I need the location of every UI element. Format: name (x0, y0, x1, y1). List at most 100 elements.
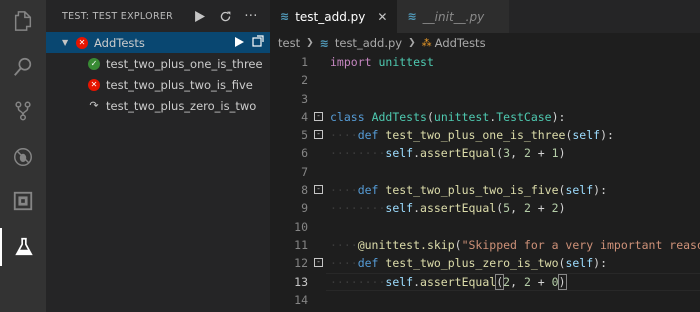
breadcrumb-file[interactable]: test_add.py (335, 36, 402, 50)
code-token: TestCase (496, 109, 552, 124)
fold-icon[interactable]: - (314, 185, 323, 195)
breadcrumb-class[interactable]: AddTests (435, 36, 486, 50)
tab-label: test_add.py (295, 9, 366, 24)
code-token: def (357, 183, 379, 198)
code-token (15, 237, 33, 256)
breadcrumb-folder[interactable]: test (278, 36, 300, 50)
line-number: 12 (294, 256, 308, 271)
fold-icon[interactable]: - (314, 258, 323, 268)
code-token: 2 (503, 274, 511, 289)
code-token: class (330, 109, 365, 124)
code-token (235, 36, 244, 47)
line-number: 9 (301, 201, 308, 216)
code-editor[interactable]: 1 import unittest 2 3 4- class AddTests(un… (270, 53, 700, 309)
code-token: assertEqual (420, 201, 497, 216)
code-token (234, 35, 264, 50)
explorer-icon[interactable] (0, 2, 46, 40)
tab-init[interactable]: ≋ __init__.py (397, 0, 510, 33)
more-actions-icon[interactable]: ··· (238, 5, 264, 27)
code-token: ········ (330, 274, 386, 289)
code-line: 4- class AddTests(unittest.TestCase): (270, 108, 700, 126)
code-token: ) (557, 273, 567, 290)
line-number: 5 (301, 128, 308, 143)
code-line: 12- ····def test_two_plus_zero_is_two(sel… (270, 254, 700, 272)
close-icon[interactable]: ✕ (377, 10, 387, 24)
debug-icon[interactable] (0, 138, 46, 176)
sidebar-header: TEST: TEST EXPLORER ··· (46, 0, 270, 32)
line-number: 6 (301, 146, 308, 161)
line-number: 3 (301, 91, 308, 106)
code-token: 2 (523, 274, 531, 289)
code-line: 14 (270, 291, 700, 309)
test-flask-icon[interactable] (0, 228, 46, 266)
test-label: test_two_plus_two_is_five (106, 77, 253, 92)
line-number: 11 (294, 237, 308, 252)
line-number: 8 (301, 183, 308, 198)
refresh-icon[interactable] (212, 5, 238, 27)
code-token: ········self.assertEqual(5, 2 + 2) (330, 201, 566, 216)
breadcrumb: test ❯ ≋ test_add.py ❯ ⁂ AddTests (270, 33, 700, 53)
code-token (14, 11, 32, 31)
code-token: self (565, 256, 594, 271)
tree-item-test[interactable]: ↷ test_two_plus_zero_is_two (46, 95, 270, 116)
chevron-right-icon: ❯ (306, 38, 314, 48)
line-number: 14 (294, 292, 308, 307)
code-token: unittest (433, 109, 490, 124)
code-token: ········self.assertEqual(2, 2 + 0) (330, 273, 567, 290)
code-token (220, 11, 230, 21)
suite-label: AddTests (94, 35, 145, 50)
tab-bar: ≋ test_add.py ✕ ≋ __init__.py (270, 0, 700, 33)
extensions-icon[interactable] (0, 182, 46, 220)
tab-test-add[interactable]: ≋ test_add.py ✕ (270, 0, 398, 33)
code-token (252, 35, 264, 47)
code-line-current: 13 ········self.assertEqual(2, 2 + 0) (270, 272, 700, 292)
code-token: 3 (503, 146, 511, 161)
python-file-icon: ≋ (280, 10, 290, 23)
class-symbol-icon: ⁂ (421, 37, 432, 49)
code-token: def (357, 256, 379, 271)
fail-status-icon: ✕ (76, 36, 88, 49)
go-to-source-icon[interactable] (252, 35, 264, 50)
editor-area: ≋ test_add.py ✕ ≋ __init__.py test ❯ ≋ t… (270, 0, 700, 312)
code-token: ···· (330, 237, 358, 252)
code-line: 1 import unittest (270, 53, 700, 71)
line-number: 2 (301, 73, 308, 88)
code-token: self (385, 274, 414, 289)
code-token: assertEqual (420, 274, 497, 289)
fold-icon[interactable]: - (314, 130, 323, 140)
code-token: ····def test_two_plus_two_is_five(self): (330, 183, 608, 198)
tree-item-suite[interactable]: ▼ ✕ AddTests (46, 32, 270, 53)
activity-bar (0, 0, 46, 312)
tree-item-test[interactable]: ✕ test_two_plus_two_is_five (46, 74, 270, 95)
search-icon[interactable] (0, 48, 46, 86)
code-token: "Skipped for a very important reason" (461, 237, 700, 252)
line-number: 4 (301, 109, 308, 124)
code-token: test_two_plus_two_is_five (385, 183, 559, 198)
code-token: unittest (378, 55, 434, 69)
tree-item-test[interactable]: ✓ test_two_plus_one_is_three (46, 53, 270, 74)
python-file-icon: ≋ (319, 36, 329, 50)
code-token: ···· (330, 183, 358, 198)
code-token (15, 101, 31, 121)
run-all-icon[interactable] (186, 5, 212, 27)
code-token: test_two_plus_zero_is_two (385, 256, 559, 271)
code-token: self (565, 183, 594, 198)
code-token: 2 (551, 201, 559, 216)
pass-status-icon: ✓ (88, 57, 100, 70)
code-token: ····def test_two_plus_zero_is_two(self): (330, 256, 608, 271)
text-cursor (565, 275, 567, 290)
chevron-down-icon[interactable]: ▼ (62, 38, 72, 47)
code-token: import (330, 55, 372, 69)
code-token: 2 (523, 146, 531, 161)
code-token (13, 191, 33, 211)
line-number: 13 (294, 274, 308, 289)
fold-icon[interactable]: - (314, 111, 323, 121)
code-token: self (572, 128, 601, 143)
code-token (14, 148, 32, 166)
run-suite-icon[interactable] (234, 36, 244, 50)
source-control-icon[interactable] (0, 92, 46, 130)
code-token (14, 57, 32, 76)
code-token (194, 10, 205, 22)
code-token: ···· (330, 128, 358, 143)
code-token: self (385, 146, 414, 161)
